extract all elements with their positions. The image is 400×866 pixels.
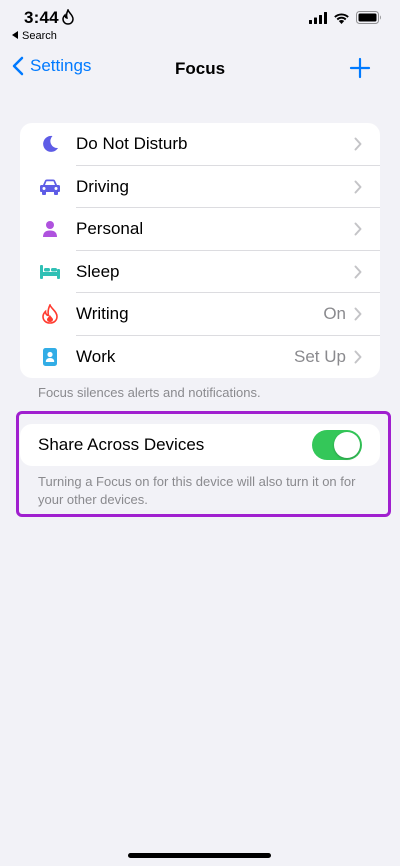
back-to-search-link[interactable]: Search	[12, 30, 57, 42]
share-footnote: Turning a Focus on for this device will …	[38, 474, 356, 507]
status-indicators	[309, 11, 382, 29]
home-indicator[interactable]	[128, 853, 271, 858]
battery-icon	[356, 11, 382, 29]
focus-item-label: Do Not Disturb	[76, 134, 188, 154]
id-badge-icon	[38, 345, 62, 369]
page-title: Focus	[174, 59, 226, 78]
chevron-right-icon	[354, 180, 362, 194]
status-bar: 3:44 Search	[0, 0, 400, 50]
chevron-right-icon	[354, 307, 362, 321]
focus-item-do-not-disturb[interactable]: Do Not Disturb	[20, 123, 380, 166]
back-triangle-icon	[12, 31, 18, 39]
focus-list: Do Not Disturb Driving Personal Sleep Wr…	[20, 123, 380, 378]
focus-item-label: Driving	[76, 176, 129, 196]
chevron-right-icon	[354, 222, 362, 236]
focus-item-work[interactable]: Work Set Up	[20, 336, 380, 379]
focus-item-label: Writing	[76, 304, 129, 324]
toggle-knob	[334, 432, 360, 458]
cellular-signal-icon	[309, 11, 327, 29]
focus-item-personal[interactable]: Personal	[20, 208, 380, 251]
focus-item-label: Personal	[76, 219, 144, 239]
focus-item-value: On	[323, 304, 346, 324]
focus-item-writing[interactable]: Writing On	[20, 293, 380, 336]
wifi-icon	[333, 11, 350, 29]
share-across-devices-group: Share Across Devices	[20, 424, 380, 466]
chevron-right-icon	[354, 137, 362, 151]
chevron-right-icon	[354, 265, 362, 279]
plus-icon	[349, 57, 371, 79]
focus-flame-icon	[62, 8, 74, 25]
back-app-label: Search	[22, 30, 57, 42]
share-across-devices-toggle[interactable]	[312, 430, 362, 460]
person-icon	[38, 217, 62, 241]
focus-footnote: Focus silences alerts and notifications.	[38, 385, 261, 400]
bed-icon	[38, 260, 62, 284]
navigation-bar: Settings Focus	[0, 50, 400, 86]
status-time: 3:44	[24, 8, 59, 27]
chevron-right-icon	[354, 350, 362, 364]
car-icon	[38, 175, 62, 199]
focus-item-label: Work	[76, 346, 116, 366]
focus-item-label: Sleep	[76, 261, 120, 281]
share-label: Share Across Devices	[38, 435, 205, 454]
focus-item-driving[interactable]: Driving	[20, 166, 380, 208]
add-focus-button[interactable]	[348, 56, 372, 80]
moon-icon	[38, 132, 62, 156]
focus-item-value: Set Up	[294, 346, 346, 366]
flame-icon	[38, 302, 62, 326]
focus-item-sleep[interactable]: Sleep	[20, 251, 380, 293]
share-across-devices-row: Share Across Devices	[20, 424, 380, 466]
